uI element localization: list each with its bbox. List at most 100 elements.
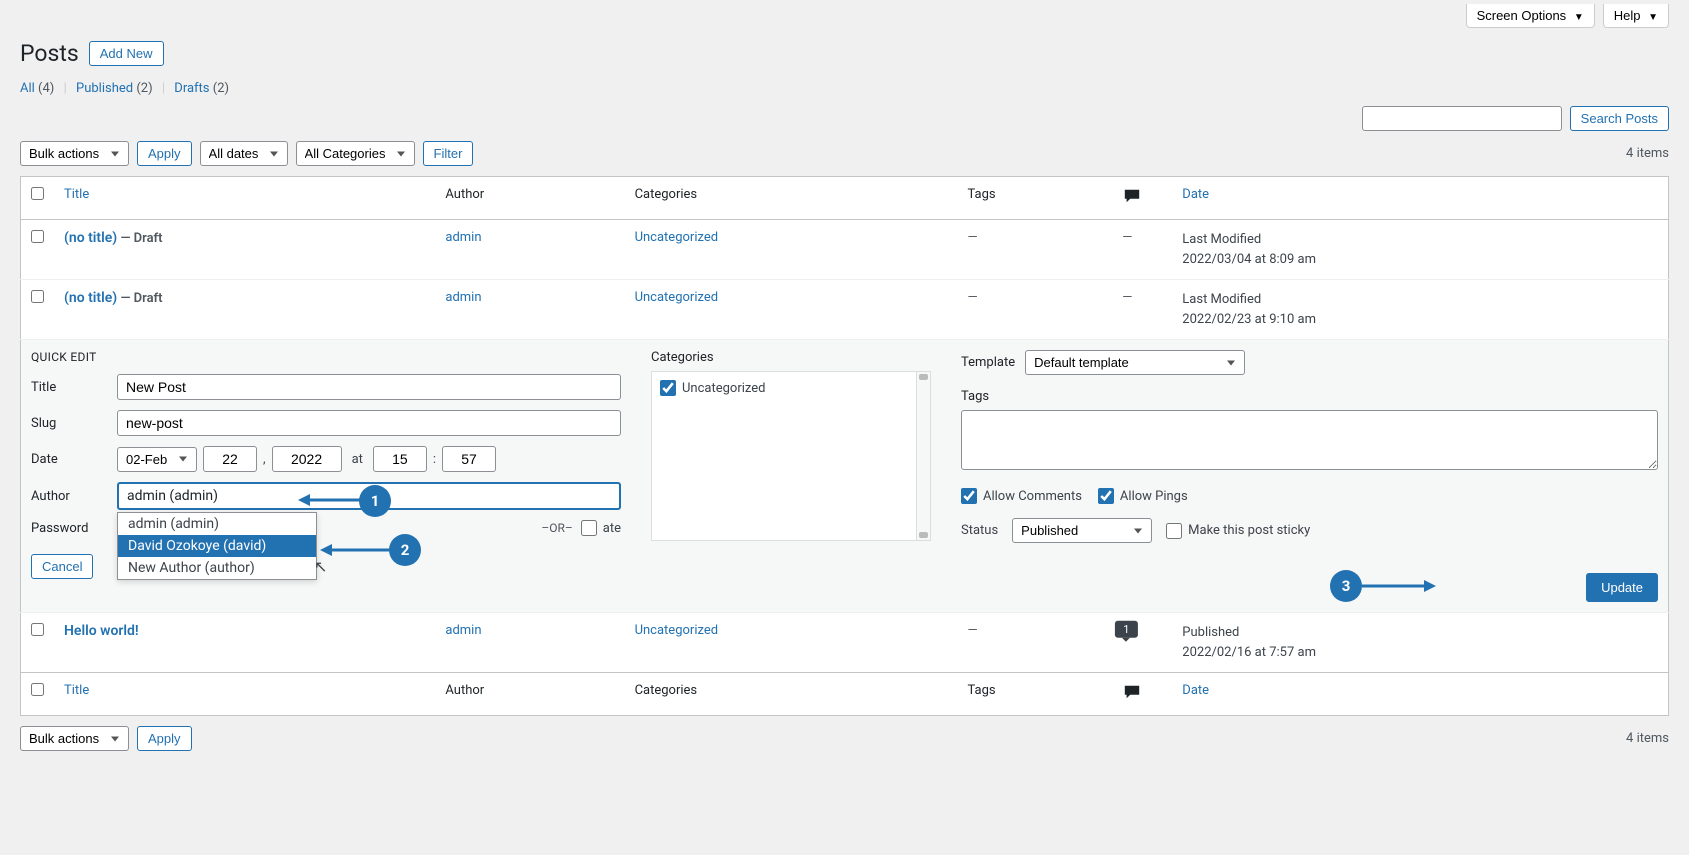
help-label: Help — [1614, 8, 1641, 23]
qe-status-select[interactable]: Published — [1012, 518, 1152, 543]
screen-options-label: Screen Options — [1477, 8, 1567, 23]
table-row: Hello world! admin Uncategorized — 1X Pu… — [21, 613, 1669, 673]
add-new-button[interactable]: Add New — [89, 41, 164, 66]
items-count: 4 items — [1626, 146, 1669, 161]
author-link[interactable]: admin — [445, 623, 481, 638]
posts-table: Title Author Categories Tags Date (no ti… — [20, 176, 1669, 716]
category-filter-select[interactable]: All Categories — [296, 141, 415, 166]
col-categories: Categories — [625, 177, 958, 220]
col-author: Author — [435, 177, 624, 220]
author-link[interactable]: admin — [445, 230, 481, 245]
apply-button-bottom[interactable]: Apply — [137, 726, 192, 751]
post-status: — Draft — [120, 291, 162, 306]
author-option[interactable]: admin (admin) — [118, 513, 316, 535]
tags-cell: — — [957, 613, 1112, 673]
search-posts-button[interactable]: Search Posts — [1570, 106, 1669, 131]
qe-tags-label: Tags — [961, 389, 1658, 404]
author-option[interactable]: David Ozokoye (david) — [118, 535, 316, 557]
arrow-icon — [298, 490, 360, 510]
filter-all[interactable]: All — [20, 81, 35, 96]
comment-icon — [1122, 187, 1142, 205]
qe-year-input[interactable] — [272, 446, 342, 472]
qe-cat-uncategorized[interactable]: Uncategorized — [660, 380, 922, 396]
qe-month-select[interactable]: 02-Feb — [117, 447, 197, 472]
filter-drafts[interactable]: Drafts — [174, 81, 209, 96]
arrow-icon — [1362, 576, 1436, 596]
qe-or-label: –OR– — [541, 521, 572, 535]
col-comments[interactable] — [1112, 673, 1172, 716]
qe-status-label: Status — [961, 523, 998, 538]
author-option[interactable]: New Author (author) — [118, 557, 316, 579]
col-author: Author — [435, 673, 624, 716]
comments-cell: — — [1112, 280, 1172, 340]
help-tab[interactable]: Help ▼ — [1603, 4, 1669, 28]
qe-allow-comments[interactable]: Allow Comments — [961, 488, 1082, 504]
col-title[interactable]: Title — [54, 177, 435, 220]
col-date[interactable]: Date — [1172, 177, 1668, 220]
qe-slug-label: Slug — [31, 416, 117, 431]
search-input[interactable] — [1362, 106, 1562, 131]
select-all-checkbox-footer[interactable] — [31, 683, 44, 696]
qe-at-label: at — [352, 452, 363, 467]
status-filters: All (4) | Published (2) | Drafts (2) — [20, 81, 1669, 96]
category-link[interactable]: Uncategorized — [635, 623, 718, 638]
select-all-checkbox[interactable] — [31, 187, 44, 200]
arrow-icon — [320, 540, 390, 560]
row-checkbox[interactable] — [31, 623, 44, 636]
col-tags: Tags — [957, 673, 1112, 716]
post-title-link[interactable]: (no title) — [64, 230, 117, 246]
apply-button[interactable]: Apply — [137, 141, 192, 166]
caret-down-icon: ▼ — [1648, 12, 1658, 23]
date-cell: Published2022/02/16 at 7:57 am — [1172, 613, 1668, 673]
qe-sticky-check[interactable]: Make this post sticky — [1166, 523, 1310, 539]
qe-hour-input[interactable] — [373, 446, 427, 472]
bulk-actions-select-bottom[interactable]: Bulk actions — [20, 726, 129, 751]
qe-template-label: Template — [961, 355, 1015, 370]
cancel-button[interactable]: Cancel — [31, 554, 93, 579]
cursor-icon: ↖ — [314, 557, 327, 576]
qe-private-check[interactable]: ate — [581, 520, 621, 536]
date-filter-select[interactable]: All dates — [200, 141, 288, 166]
annotation-badge-2: 2 — [389, 534, 421, 566]
post-title-link[interactable]: (no title) — [64, 290, 117, 306]
qe-categories-label: Categories — [651, 350, 931, 365]
qe-tags-textarea[interactable] — [961, 410, 1658, 470]
tags-cell: — — [957, 280, 1112, 340]
qe-day-input[interactable] — [203, 446, 257, 472]
filter-button[interactable]: Filter — [423, 141, 474, 166]
qe-categories-box: Uncategorized — [651, 371, 931, 541]
comments-cell[interactable]: 1X — [1112, 613, 1172, 673]
qe-slug-input[interactable] — [117, 410, 621, 436]
qe-title-label: Title — [31, 380, 117, 395]
qe-author-label: Author — [31, 489, 117, 504]
caret-down-icon: ▼ — [1574, 12, 1584, 23]
col-date[interactable]: Date — [1172, 673, 1668, 716]
col-comments[interactable] — [1112, 177, 1172, 220]
qe-allow-pings[interactable]: Allow Pings — [1098, 488, 1188, 504]
post-title-link[interactable]: Hello world! — [64, 623, 139, 639]
date-cell: Last Modified2022/03/04 at 8:09 am — [1172, 220, 1668, 280]
table-row: (no title) — Draft admin Uncategorized —… — [21, 220, 1669, 280]
qe-date-label: Date — [31, 452, 117, 467]
qe-min-input[interactable] — [442, 446, 496, 472]
category-link[interactable]: Uncategorized — [635, 230, 718, 245]
row-checkbox[interactable] — [31, 230, 44, 243]
screen-options-tab[interactable]: Screen Options ▼ — [1466, 4, 1595, 28]
col-title[interactable]: Title — [54, 673, 435, 716]
author-link[interactable]: admin — [445, 290, 481, 305]
qe-title-input[interactable] — [117, 374, 621, 400]
qe-author-dropdown: admin (admin) David Ozokoye (david) New … — [117, 512, 317, 580]
update-button[interactable]: Update — [1586, 573, 1658, 602]
bulk-actions-select[interactable]: Bulk actions — [20, 141, 129, 166]
col-tags: Tags — [957, 177, 1112, 220]
row-checkbox[interactable] — [31, 290, 44, 303]
annotation-badge-1: 1 — [359, 485, 391, 517]
page-title: Posts — [20, 40, 79, 67]
qe-template-select[interactable]: Default template — [1025, 350, 1245, 375]
filter-published[interactable]: Published — [76, 81, 133, 96]
category-link[interactable]: Uncategorized — [635, 290, 718, 305]
scrollbar[interactable] — [916, 372, 930, 540]
comment-icon — [1122, 683, 1142, 701]
items-count-bottom: 4 items — [1626, 731, 1669, 746]
date-cell: Last Modified2022/02/23 at 9:10 am — [1172, 280, 1668, 340]
